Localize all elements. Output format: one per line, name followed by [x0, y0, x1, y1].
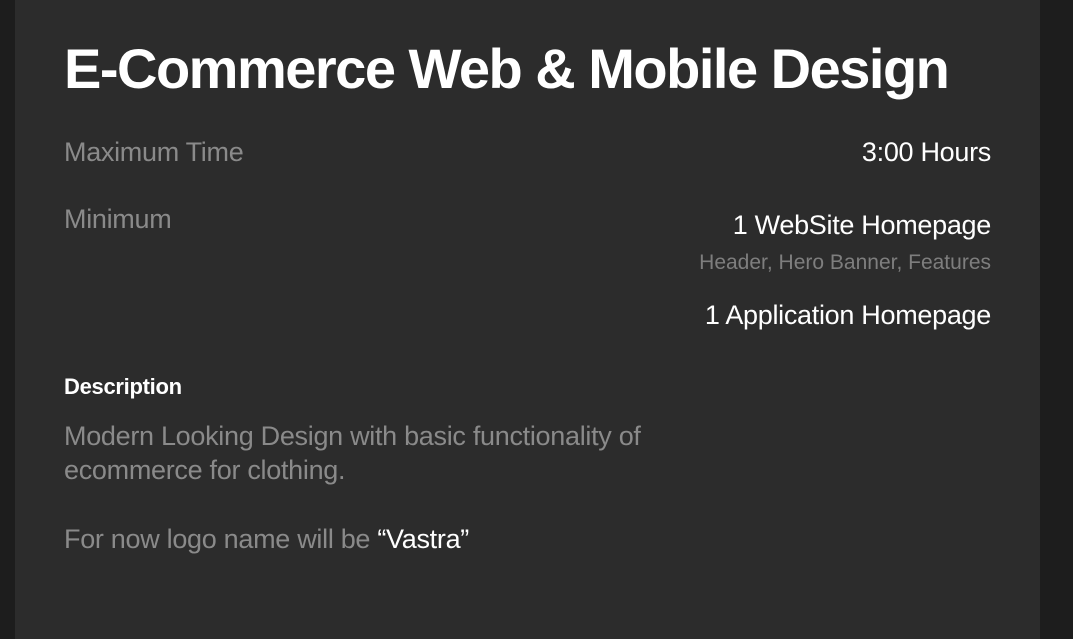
page-title: E-Commerce Web & Mobile Design	[64, 37, 950, 100]
max-time-value: 3:00 Hours	[861, 137, 991, 167]
description-heading: Description	[64, 374, 182, 399]
logo-name: “Vastra”	[377, 524, 469, 554]
minimum-item-app: 1 Application Homepage	[704, 300, 991, 330]
minimum-item-website: 1 WebSite Homepage	[732, 210, 992, 240]
brief-card: E-Commerce Web & Mobile Design Maximum T…	[15, 0, 1040, 639]
logo-note-prefix: For now logo name will be	[64, 524, 378, 554]
description-text: Modern Looking Design with basic functio…	[64, 421, 641, 485]
logo-note: For now logo name will be “Vastra”	[64, 524, 469, 555]
minimum-label: Minimum	[64, 204, 172, 234]
minimum-item-website-detail: Header, Hero Banner, Features	[699, 251, 991, 274]
max-time-label: Maximum Time	[64, 137, 244, 167]
